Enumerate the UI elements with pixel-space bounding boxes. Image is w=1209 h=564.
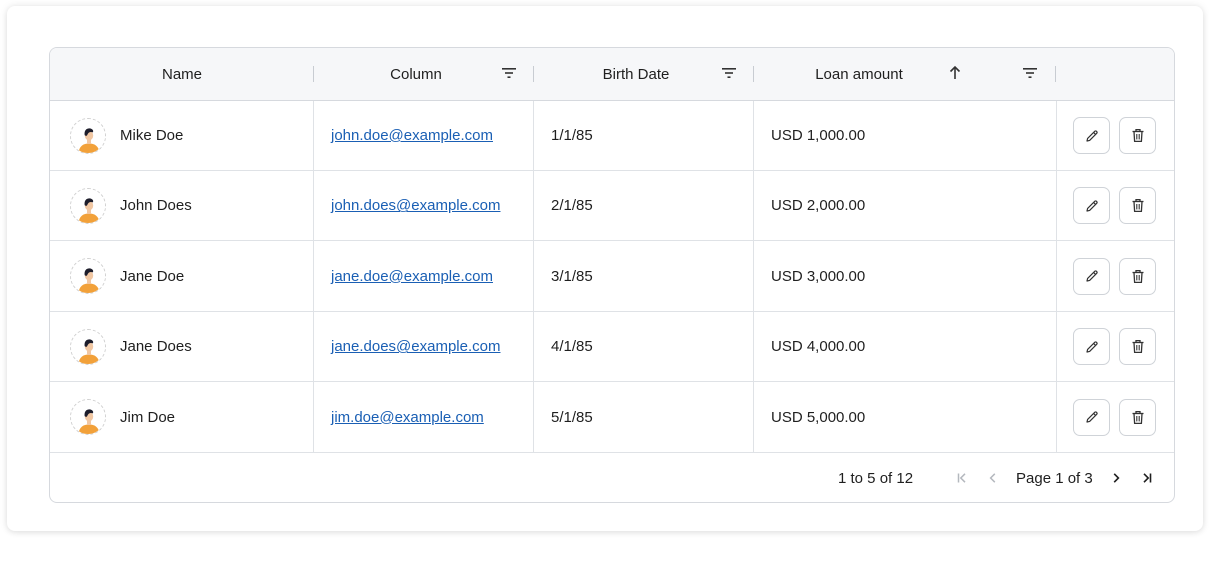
pencil-icon (1085, 411, 1098, 423)
person-name: Jim Doe (120, 408, 176, 426)
filter-icon[interactable] (501, 66, 517, 80)
loan-amount-cell: USD 2,000.00 (771, 197, 866, 215)
header-column-label: Column (390, 65, 442, 83)
trash-icon (1132, 410, 1143, 424)
table-row[interactable]: Jane Doe jane.doe@example.com 3/1/85 USD… (50, 242, 1174, 312)
email-link[interactable]: john.does@example.com (331, 197, 500, 214)
trash-icon (1132, 340, 1143, 354)
header-name-label: Name (161, 65, 202, 83)
table-row[interactable]: John Does john.does@example.com 2/1/85 U… (50, 171, 1174, 242)
column-resize-handle[interactable] (1055, 66, 1056, 82)
name-cell[interactable]: Jane Doe (50, 242, 313, 311)
avatar (70, 117, 106, 154)
first-page-icon (957, 473, 966, 483)
loan-amount-cell: USD 3,000.00 (771, 267, 866, 285)
birth-date-cell: 1/1/85 (551, 127, 593, 144)
header-birth-date-label: Birth Date (602, 65, 670, 83)
chevron-left-icon (989, 473, 996, 483)
name-cell[interactable]: Jane Does (50, 312, 313, 381)
table-row[interactable]: Jane Does jane.does@example.com 4/1/85 U… (50, 312, 1174, 383)
name-cell[interactable]: Mike Doe (50, 101, 313, 170)
filter-icon[interactable] (1022, 66, 1038, 80)
person-avatar-icon (71, 188, 105, 223)
grid-header: Name Column Birth Date Loan amount (50, 48, 1174, 101)
person-name: John Does (120, 197, 192, 215)
delete-button[interactable] (1119, 328, 1156, 366)
pencil-icon (1085, 341, 1098, 353)
avatar (70, 328, 106, 365)
person-name: Jane Doe (120, 267, 185, 285)
email-link[interactable]: jane.doe@example.com (331, 268, 493, 285)
email-cell: jane.doe@example.com (314, 242, 533, 311)
trash-icon (1132, 269, 1143, 283)
card: Name Column Birth Date Loan amount Mike … (7, 6, 1203, 531)
header-name[interactable]: Name (50, 48, 314, 100)
email-cell: jane.does@example.com (314, 312, 533, 381)
data-grid: Name Column Birth Date Loan amount Mike … (49, 47, 1175, 503)
loan-amount-cell: USD 4,000.00 (771, 338, 866, 356)
sort-ascending-icon[interactable] (948, 65, 962, 81)
email-link[interactable]: john.doe@example.com (331, 127, 493, 144)
birth-date-cell: 2/1/85 (551, 197, 593, 215)
header-column[interactable]: Column (314, 48, 518, 100)
name-cell[interactable]: John Does (50, 171, 313, 240)
loan-amount-cell: USD 5,000.00 (771, 408, 866, 426)
row-range-text: 1 to 5 of 12 (838, 469, 914, 487)
table-row[interactable]: Mike Doe john.doe@example.com 1/1/85 USD… (50, 101, 1174, 171)
last-page-button[interactable] (1137, 468, 1157, 488)
person-avatar-icon (71, 118, 105, 153)
person-name: Jane Does (120, 338, 192, 356)
edit-button[interactable] (1073, 328, 1110, 366)
birth-date-cell: 4/1/85 (551, 338, 593, 356)
delete-button[interactable] (1119, 187, 1156, 225)
pencil-icon (1085, 200, 1098, 212)
person-avatar-icon (71, 259, 105, 294)
header-loan-amount-label: Loan amount (815, 65, 903, 83)
next-page-button[interactable] (1106, 468, 1126, 488)
email-link[interactable]: jim.doe@example.com (331, 409, 484, 426)
email-link[interactable]: jane.does@example.com (331, 338, 500, 355)
edit-button[interactable] (1073, 398, 1110, 436)
email-cell: jim.doe@example.com (314, 383, 533, 452)
pagination-bar: 1 to 5 of 12 Page 1 of 3 (50, 453, 1174, 502)
first-page-button[interactable] (952, 468, 972, 488)
delete-button[interactable] (1119, 117, 1156, 154)
person-name: Mike Doe (120, 127, 184, 144)
birth-date-cell: 3/1/85 (551, 267, 593, 285)
person-avatar-icon (71, 329, 105, 364)
name-cell[interactable]: Jim Doe (50, 383, 313, 452)
avatar (70, 187, 106, 224)
edit-button[interactable] (1073, 257, 1110, 295)
header-birth-date[interactable]: Birth Date (534, 48, 738, 100)
chevron-right-icon (1113, 473, 1120, 483)
trash-icon (1132, 128, 1143, 143)
avatar (70, 399, 106, 436)
birth-date-cell: 5/1/85 (551, 408, 593, 426)
previous-page-button[interactable] (983, 468, 1003, 488)
email-cell: john.doe@example.com (314, 101, 533, 170)
table-row[interactable]: Jim Doe jim.doe@example.com 5/1/85 USD 5… (50, 383, 1174, 453)
email-cell: john.does@example.com (314, 171, 533, 240)
header-loan-amount[interactable]: Loan amount (754, 48, 1004, 100)
edit-button[interactable] (1073, 117, 1110, 154)
person-avatar-icon (71, 400, 105, 435)
pencil-icon (1085, 129, 1098, 142)
delete-button[interactable] (1119, 398, 1156, 436)
filter-icon[interactable] (721, 66, 737, 80)
page-indicator: Page 1 of 3 (1016, 469, 1093, 487)
last-page-icon (1143, 473, 1152, 483)
loan-amount-cell: USD 1,000.00 (771, 127, 866, 144)
delete-button[interactable] (1119, 257, 1156, 295)
trash-icon (1132, 199, 1143, 213)
edit-button[interactable] (1073, 187, 1110, 225)
pencil-icon (1085, 270, 1098, 282)
avatar (70, 258, 106, 295)
